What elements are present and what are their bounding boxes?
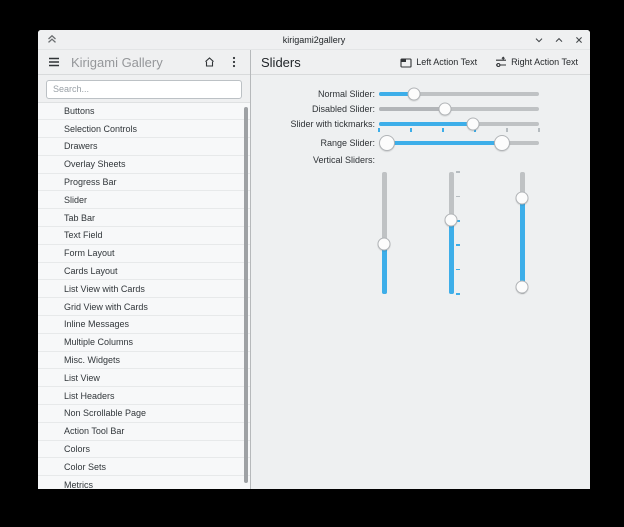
slider-tickmark [456,268,460,271]
content-header: Sliders Left Action Text Right Action Te… [251,50,590,75]
sidebar-item-form-layout[interactable]: Form Layout [38,245,250,263]
sidebar-item-cards-layout[interactable]: Cards Layout [38,263,250,281]
close-icon[interactable] [573,34,584,45]
sidebar-item-inline-messages[interactable]: Inline Messages [38,316,250,334]
normal-slider-label: Normal Slider: [317,89,375,99]
slider-handle[interactable] [379,135,395,151]
slider-tickmark [506,128,508,132]
search-input[interactable] [46,79,242,99]
window-title: kirigami2gallery [282,34,346,45]
sidebar-item-colors[interactable]: Colors [38,441,250,459]
slider-fill [387,141,503,145]
minimize-icon[interactable] [533,34,544,45]
right-action-icon [495,56,507,68]
content-body: Normal Slider: Disabled Slider: Slider w… [251,75,590,489]
sidebar-item-multiple-columns[interactable]: Multiple Columns [38,334,250,352]
left-action-button[interactable]: Left Action Text [396,55,481,70]
slider-handle[interactable] [515,191,529,205]
content-pane: Sliders Left Action Text Right Action Te… [251,50,590,489]
slider-tickmark [378,128,380,132]
slider-tickmark [456,244,460,246]
window-controls [533,30,584,49]
slider-handle[interactable] [407,87,421,101]
slider-tickmark [456,171,460,173]
vertical-slider-3[interactable] [512,172,532,294]
slider-fill [379,122,474,126]
disabled-slider [379,102,539,116]
sidebar-item-text-field[interactable]: Text Field [38,227,250,245]
search-row [38,75,250,102]
sidebar-item-drawers[interactable]: Drawers [38,138,250,156]
normal-slider[interactable] [379,87,539,101]
tickmark-slider[interactable] [378,117,540,132]
sidebar-item-selection-controls[interactable]: Selection Controls [38,120,250,139]
sidebar-item-slider[interactable]: Slider [38,191,250,210]
maximize-icon[interactable] [553,34,564,45]
sidebar-item-action-tool-bar[interactable]: Action Tool Bar [38,423,250,441]
sidebar-title: Kirigami Gallery [71,54,163,70]
sidebar-list: Buttons Selection Controls Drawers Overlay … [38,101,250,489]
sidebar-header: Kirigami Gallery [38,50,250,75]
sidebar: Kirigami Gallery ButtonsSelection Contro… [38,50,251,489]
slider-fill [381,243,387,294]
slider-fill [519,197,525,287]
sidebar-item-list-view-with-cards[interactable]: List View with Cards [38,280,250,299]
slider-fill [379,107,445,111]
right-action-button[interactable]: Right Action Text [491,54,582,70]
titlebar[interactable]: kirigami2gallery [38,30,590,50]
sidebar-item-non-scrollable-page[interactable]: Non Scrollable Page [38,405,250,423]
sidebar-item-list-headers[interactable]: List Headers [38,387,250,406]
scrollbar-thumb[interactable] [244,106,248,483]
form-row-vertical-sliders: Vertical Sliders: [251,153,590,167]
sidebar-item-buttons[interactable]: Buttons [38,103,250,121]
slider-tickmark [456,195,460,198]
sidebar-item-tab-bar[interactable]: Tab Bar [38,209,250,228]
slider-tickmark [456,293,460,295]
kebab-menu-icon[interactable] [226,54,242,70]
tickmark-slider-label: Slider with tickmarks: [290,119,375,129]
slider-handle [438,102,452,116]
vertical-sliders-group [377,171,579,295]
app-window: kirigami2gallery Kirigami Gallery Search… [38,30,590,489]
sidebar-item-list-view[interactable]: List View [38,369,250,388]
left-action-icon [400,57,412,68]
slider-fill [448,219,454,294]
slider-handle[interactable] [515,280,529,294]
slider-tickmark [538,128,540,132]
vertical-slider-1[interactable] [374,172,394,294]
slider-handle[interactable] [377,237,391,251]
vertical-sliders-label: Vertical Sliders: [312,155,375,165]
hamburger-menu-icon[interactable] [46,54,62,70]
slider-handle[interactable] [494,135,511,151]
kirigami-logo-icon [46,33,58,45]
form-row-tickmark-slider: Slider with tickmarks: [251,117,590,132]
range-slider[interactable] [379,135,539,151]
slider-tickmark [442,128,444,132]
range-slider-label: Range Slider: [320,138,375,148]
form-row-disabled-slider: Disabled Slider: [251,102,590,116]
sidebar-item-metrics[interactable]: Metrics [38,476,250,489]
right-action-label: Right Action Text [511,57,578,67]
main-split: Kirigami Gallery ButtonsSelection Contro… [38,50,590,489]
slider-handle[interactable] [444,213,458,227]
page-title: Sliders [261,54,301,70]
left-action-label: Left Action Text [416,57,478,67]
sidebar-item-misc-widgets[interactable]: Misc. Widgets [38,352,250,370]
sidebar-item-color-sets[interactable]: Color Sets [38,458,250,477]
screenshot-stage: kirigami2gallery Kirigami Gallery Search… [0,0,624,527]
sidebar-item-progress-bar[interactable]: Progress Bar [38,174,250,192]
form-row-normal-slider: Normal Slider: [251,87,590,101]
form-row-range-slider: Range Slider: [251,135,590,151]
disabled-slider-label: Disabled Slider: [311,104,375,114]
sidebar-item-overlay-sheets[interactable]: Overlay Sheets [38,156,250,174]
slider-tickmark [410,128,412,132]
slider-handle[interactable] [466,117,480,131]
vertical-slider-2[interactable] [441,171,461,295]
home-icon[interactable] [201,54,217,70]
sidebar-item-grid-view-with-cards[interactable]: Grid View with Cards [38,298,250,317]
